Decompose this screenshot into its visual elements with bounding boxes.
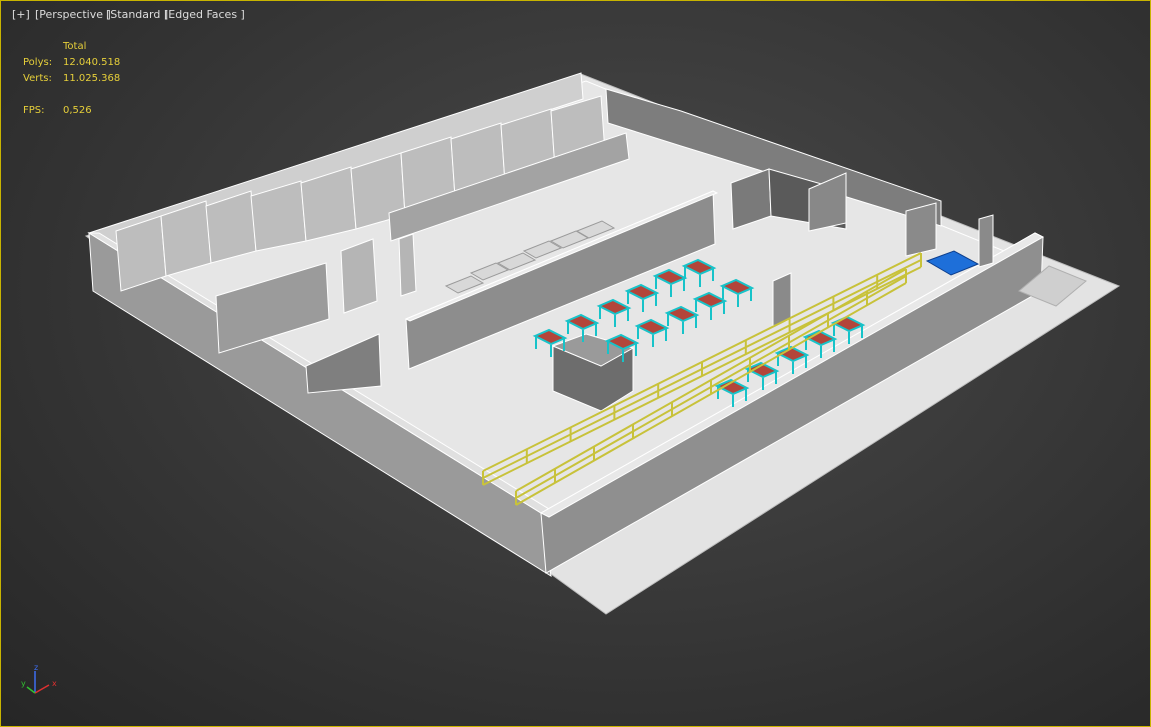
gizmo-x-label: x [52, 679, 57, 688]
room-block-4 [905, 202, 937, 257]
office-partition-1 [340, 238, 378, 314]
axis-gizmo: z x y [1, 661, 71, 701]
viewport-perspective[interactable]: [+] [Perspective ] [Standard ] [Edged Fa… [0, 0, 1151, 727]
gizmo-z-label: z [34, 663, 39, 672]
office-partition-2 [398, 233, 417, 297]
scene-render[interactable] [1, 1, 1151, 727]
gizmo-y-label: y [21, 679, 26, 688]
room-block-5 [978, 214, 994, 268]
